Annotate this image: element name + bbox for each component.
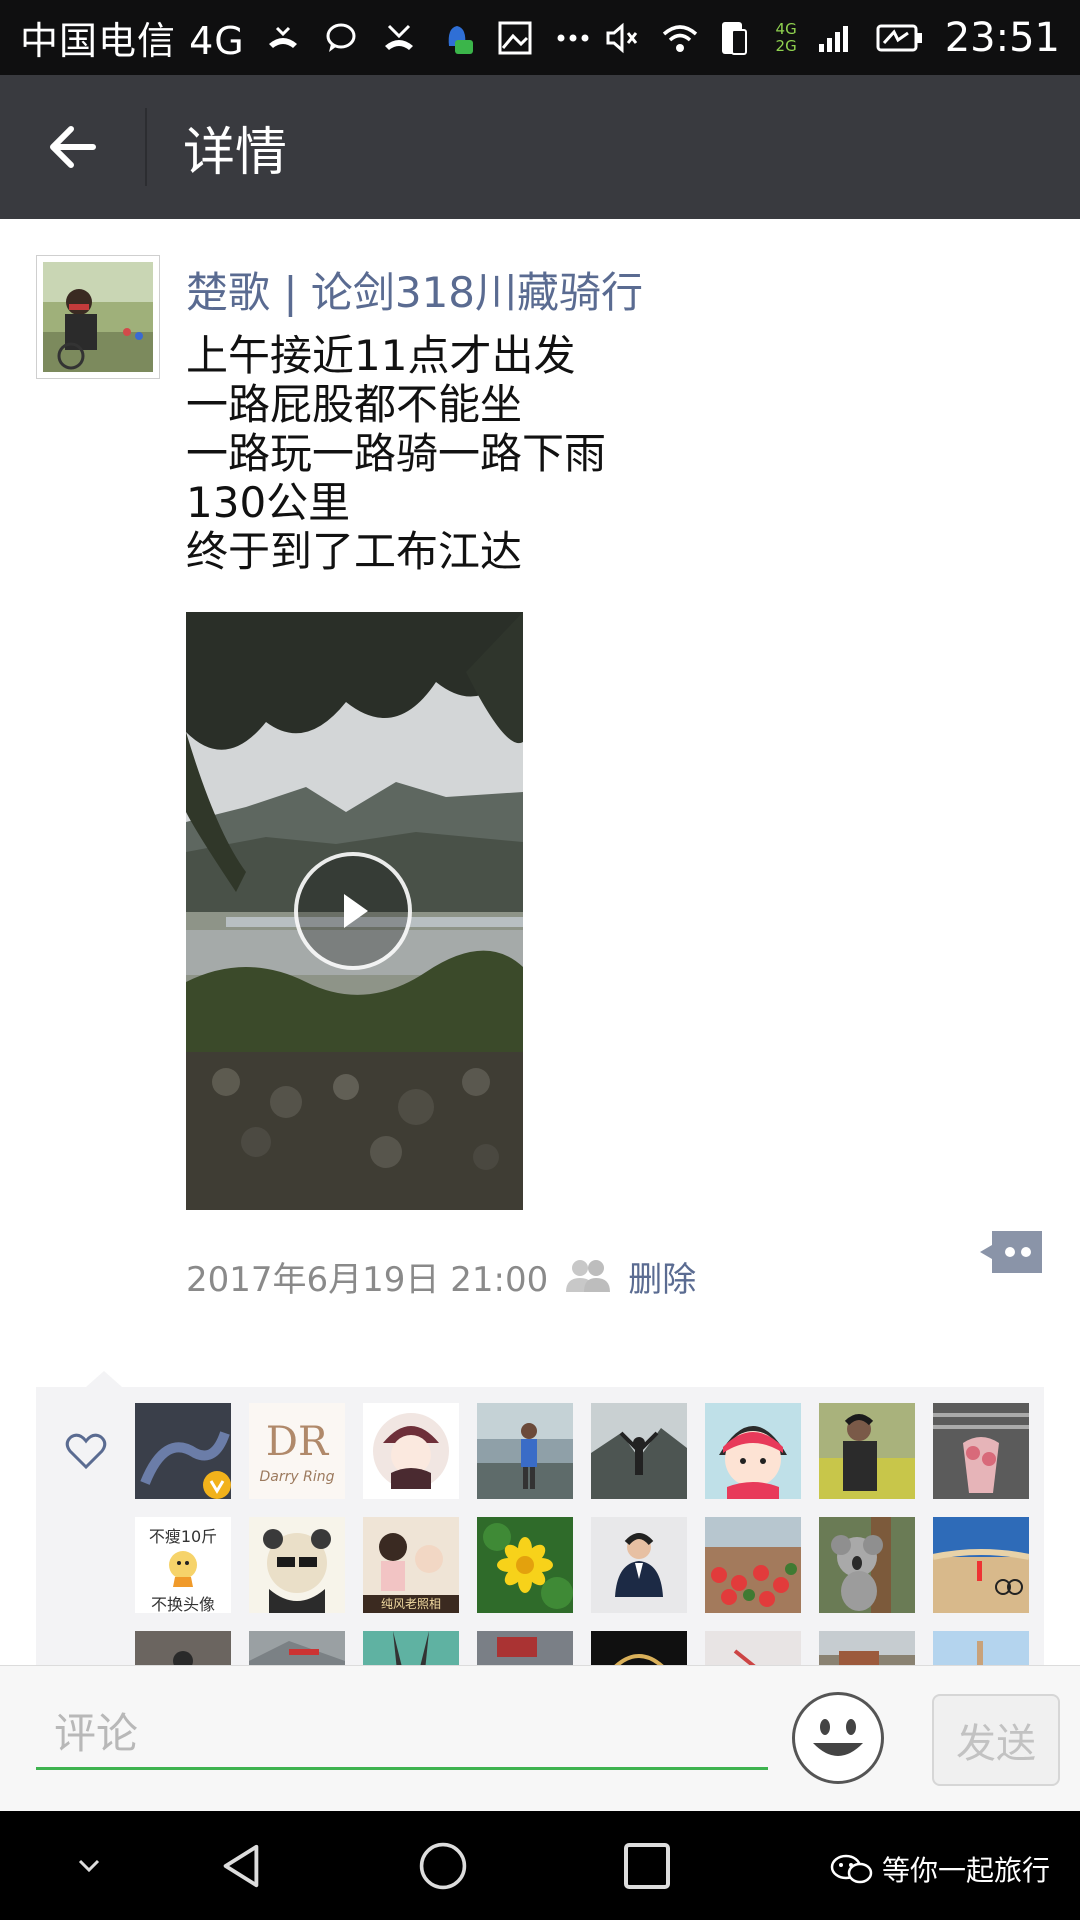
hide-keyboard-button[interactable] (64, 1841, 114, 1891)
play-button[interactable] (294, 852, 412, 970)
wifi-icon (662, 24, 697, 52)
back-button[interactable] (0, 75, 145, 219)
liker-avatar[interactable] (591, 1631, 687, 1665)
play-icon (344, 894, 368, 928)
heart-icon (65, 1433, 107, 1470)
post-text-line: 终于到了工布江达 (186, 527, 523, 576)
missed-call-icon-2 (384, 24, 413, 50)
visibility-group-icon[interactable] (564, 1258, 612, 1294)
liker-avatar[interactable] (477, 1631, 573, 1665)
liker-avatar[interactable] (933, 1517, 1029, 1613)
liker-avatar[interactable]: 纯风老照相 (363, 1517, 459, 1613)
liker-avatar[interactable] (363, 1631, 459, 1665)
post-meta: 2017年6月19日 21:00 删除 (186, 1251, 696, 1301)
watermark-text: 等你一起旅行 (882, 1854, 1051, 1887)
post-text-line: 130公里 (186, 478, 351, 527)
app-bar: 详情 (0, 75, 1080, 219)
watermark: 等你一起旅行 (830, 1849, 1050, 1889)
delete-link[interactable]: 删除 (628, 1252, 696, 1301)
likes-panel-notch (86, 1371, 122, 1387)
comment-input[interactable] (36, 1700, 768, 1770)
liker-avatar[interactable] (591, 1403, 687, 1499)
chat-bubble-icon (326, 23, 356, 52)
author-name-link[interactable]: 楚歌 | 论剑318川藏骑行 (186, 259, 643, 320)
liker-avatar[interactable] (705, 1403, 801, 1499)
likes-panel: DR Darry Ring 不瘦10斤 不换头像 纯风老照相 (36, 1371, 1044, 1665)
post-text-line: 上午接近11点才出发 (186, 331, 576, 380)
liker-avatar[interactable] (249, 1631, 345, 1665)
author-avatar[interactable] (36, 255, 160, 379)
qq-notification-icon (448, 25, 473, 54)
no-change-label: 不换头像 (150, 1595, 215, 1613)
liker-avatar[interactable] (249, 1517, 345, 1613)
liker-avatar[interactable] (819, 1631, 915, 1665)
square-recents-icon (624, 1843, 670, 1889)
status-right: 4G 2G 23:51 (602, 15, 1060, 61)
mute-icon (606, 22, 637, 53)
chevron-down-icon (78, 1859, 100, 1873)
status-left: 中国电信 4G (20, 10, 593, 65)
missed-call-icon (268, 26, 297, 48)
send-button[interactable]: 发送 (932, 1694, 1060, 1786)
liker-avatar[interactable] (477, 1403, 573, 1499)
liker-avatar[interactable] (477, 1517, 573, 1613)
liker-avatar[interactable] (135, 1631, 231, 1665)
avatar-photo (43, 262, 153, 372)
likes-grid: DR Darry Ring 不瘦10斤 不换头像 纯风老照相 (135, 1403, 1035, 1665)
dual-sim-icon (721, 21, 747, 55)
signal-icon (818, 25, 848, 52)
navigation-bar: 等你一起旅行 (0, 1811, 1080, 1920)
liker-avatar[interactable] (933, 1403, 1029, 1499)
post-text: 上午接近11点才出发 一路屁股都不能坐 一路玩一路骑一路下雨 130公里 终于到… (186, 331, 606, 576)
liker-avatar[interactable] (591, 1517, 687, 1613)
page-title: 详情 (183, 122, 288, 183)
liker-avatar[interactable]: DR Darry Ring (249, 1403, 345, 1499)
network-4g-label: 4G (775, 19, 797, 38)
liker-avatar[interactable] (705, 1631, 801, 1665)
liker-avatar[interactable]: 不瘦10斤 不换头像 (135, 1517, 231, 1613)
circle-home-icon (419, 1842, 467, 1890)
triangle-back-icon (223, 1844, 259, 1888)
liker-avatar[interactable] (135, 1403, 231, 1499)
comment-bar: 发送 (0, 1665, 1080, 1811)
nav-home-button[interactable] (418, 1841, 468, 1891)
network-2g-label: 2G (775, 36, 797, 55)
status-bar: 中国电信 4G 4G 2G 23:51 (0, 0, 1080, 75)
carrier-label: 中国电信 4G (20, 19, 245, 63)
liker-avatar[interactable] (705, 1517, 801, 1613)
post-detail: 楚歌 | 论剑318川藏骑行 上午接近11点才出发 一路屁股都不能坐 一路玩一路… (0, 219, 1080, 1665)
more-notifications-icon (557, 34, 589, 41)
studio-label: 纯风老照相 (380, 1597, 441, 1611)
video-thumbnail[interactable] (186, 612, 523, 1210)
liker-avatar[interactable] (819, 1403, 915, 1499)
post-text-line: 一路屁股都不能坐 (186, 380, 523, 429)
back-arrow-icon (49, 126, 96, 168)
clock: 23:51 (944, 14, 1060, 61)
emoji-button[interactable] (792, 1692, 884, 1784)
post-text-line: 一路玩一路骑一路下雨 (186, 429, 607, 478)
liker-avatar[interactable] (933, 1631, 1029, 1665)
post-timestamp: 2017年6月19日 21:00 (186, 1259, 549, 1300)
comment-more-icon[interactable] (978, 1229, 1044, 1275)
network-type: 4G 2G (775, 19, 797, 55)
smiley-icon (813, 1719, 863, 1756)
gallery-icon (498, 21, 532, 54)
nav-recents-button[interactable] (622, 1841, 672, 1891)
dr-logo: DR (265, 1419, 329, 1465)
liker-avatar[interactable] (363, 1403, 459, 1499)
wechat-icon (830, 1854, 873, 1884)
darry-ring-label: Darry Ring (259, 1469, 335, 1485)
battery-icon (876, 24, 922, 51)
nav-back-button[interactable] (216, 1841, 266, 1891)
liker-avatar[interactable] (819, 1517, 915, 1613)
app-bar-divider (145, 108, 147, 186)
